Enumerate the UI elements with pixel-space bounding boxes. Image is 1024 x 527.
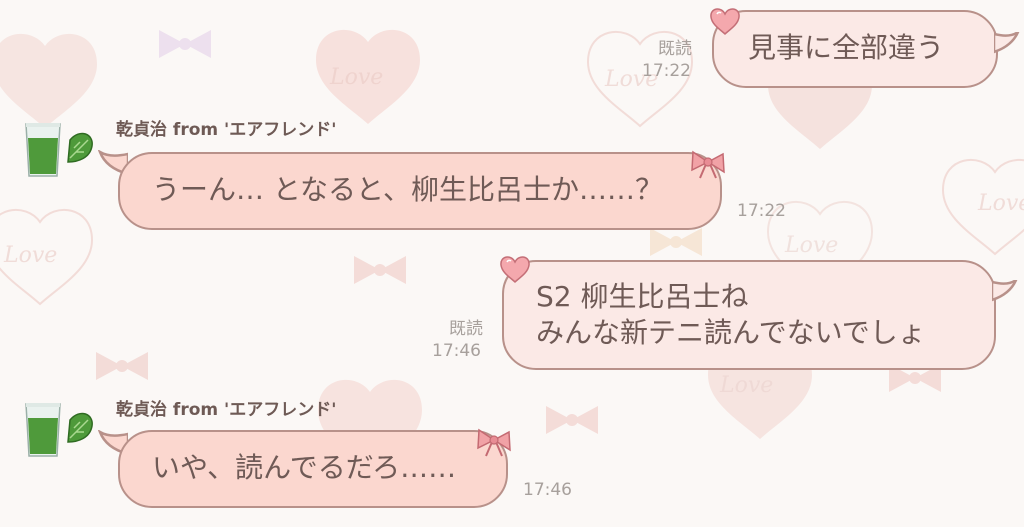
message-outgoing[interactable]: 既読 17:46 S2 柳生比呂士ね みんな新テニ読んでないでしょ (0, 250, 1024, 380)
bubble-tail (992, 280, 1018, 302)
message-bubble[interactable]: S2 柳生比呂士ね みんな新テニ読んでないでしょ (502, 260, 996, 370)
sender-name: 乾貞治 from 'エアフレンド' (116, 120, 337, 140)
message-incoming[interactable]: 乾貞治 from 'エアフレンド' うーん… となると、柳生比呂士か……？ 17… (0, 100, 1024, 240)
message-bubble[interactable]: 見事に全部違う (712, 10, 998, 88)
message-time: 17:46 (523, 480, 572, 500)
avatar-juice-icon (25, 403, 93, 457)
message-text: S2 柳生比呂士ね (536, 280, 749, 313)
message-outgoing[interactable]: 既読 17:22 見事に全部違う (0, 0, 1024, 100)
message-incoming[interactable]: 乾貞治 from 'エアフレンド' いや、読んでるだろ…… 17:46 (0, 380, 1024, 527)
pink-bow-icon (477, 428, 511, 457)
message-bubble[interactable]: うーん… となると、柳生比呂士か……？ (118, 152, 722, 230)
sender-name: 乾貞治 from 'エアフレンド' (116, 400, 337, 420)
message-text: うーん… となると、柳生比呂士か……？ (152, 173, 663, 206)
pink-bow-icon (691, 150, 725, 179)
message-text: みんな新テニ読んでないでしょ (536, 316, 926, 349)
message-time: 17:22 (642, 61, 691, 81)
message-time: 17:22 (737, 201, 786, 221)
avatar-juice-icon (25, 123, 93, 177)
message-text: いや、読んでるだろ…… (152, 451, 457, 484)
heart-icon (710, 8, 740, 36)
message-time: 17:46 (432, 341, 481, 361)
read-receipt: 既読 (658, 39, 692, 59)
bubble-tail (994, 32, 1020, 54)
read-receipt: 既読 (449, 319, 483, 339)
message-bubble[interactable]: いや、読んでるだろ…… (118, 430, 508, 508)
message-text: 見事に全部違う (748, 31, 945, 64)
heart-icon (500, 256, 530, 284)
